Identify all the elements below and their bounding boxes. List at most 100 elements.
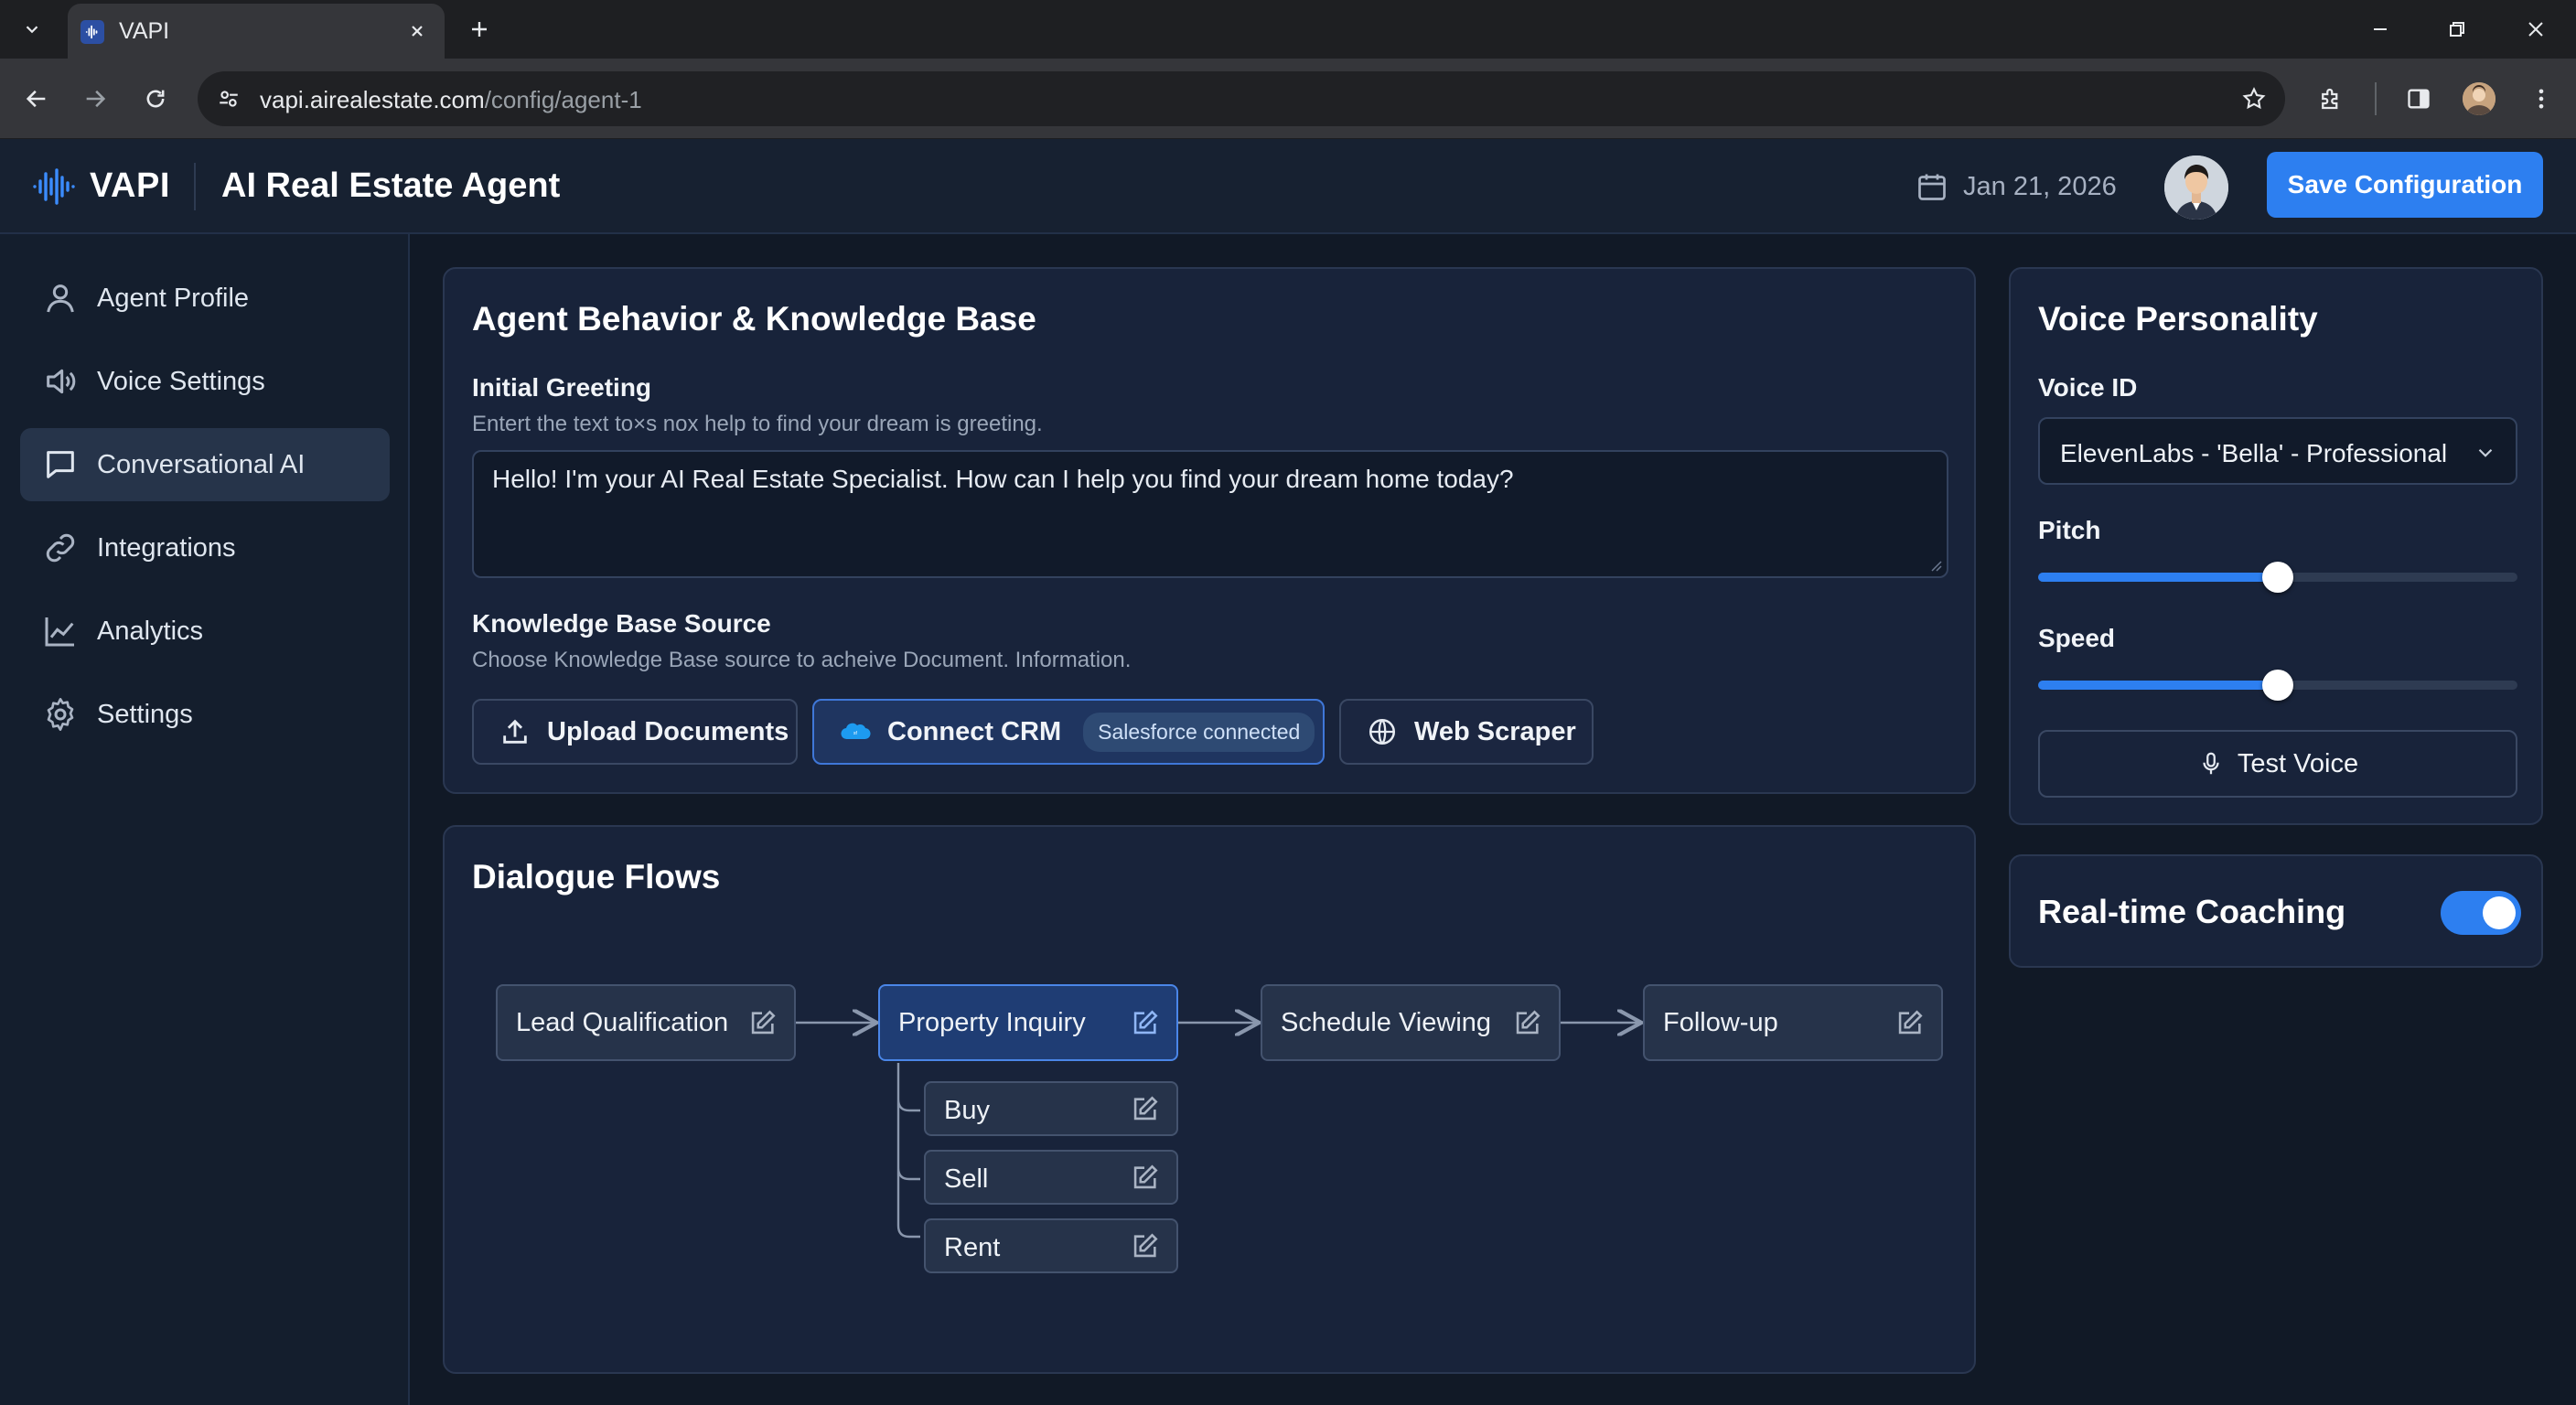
logo-text: VAPI xyxy=(90,166,170,205)
back-button[interactable] xyxy=(16,79,57,119)
save-configuration-button[interactable]: Save Configuration xyxy=(2267,152,2543,218)
extensions-button[interactable] xyxy=(2311,79,2351,119)
kb-label: Knowledge Base Source xyxy=(472,609,771,638)
tab-close-button[interactable] xyxy=(402,16,432,46)
flow-subnode-label: Buy xyxy=(944,1096,990,1125)
user-icon xyxy=(47,284,74,313)
pitch-label: Pitch xyxy=(2038,516,2101,544)
dialogue-flows-card: Dialogue Flows Lead Qualification Proper… xyxy=(443,825,1976,1374)
sidebar-item-label: Voice Settings xyxy=(97,367,265,396)
pitch-slider-thumb[interactable] xyxy=(2262,562,2293,593)
calendar-icon xyxy=(1918,174,1946,200)
chevron-down-icon xyxy=(26,26,38,34)
puzzle-icon xyxy=(2322,88,2338,110)
edit-icon[interactable] xyxy=(746,1008,778,1039)
edit-icon[interactable] xyxy=(1894,1008,1925,1039)
sidebar-item-settings[interactable]: Settings xyxy=(20,678,390,751)
speed-slider-thumb[interactable] xyxy=(2262,670,2293,701)
flow-subnode-rent[interactable]: Rent xyxy=(924,1218,1178,1273)
edit-icon[interactable] xyxy=(1129,1094,1160,1125)
sidebar-item-integrations[interactable]: Integrations xyxy=(20,511,390,585)
sidebar-item-label: Agent Profile xyxy=(97,284,250,313)
flow-node-label: Lead Qualification xyxy=(516,1008,729,1037)
toggle-knob xyxy=(2483,896,2516,929)
flow-subnode-sell[interactable]: Sell xyxy=(924,1150,1178,1205)
edit-icon[interactable] xyxy=(1129,1008,1160,1039)
restore-button[interactable] xyxy=(2437,9,2477,49)
waveform-logo-icon xyxy=(33,168,75,205)
flow-node-lead-qualification[interactable]: Lead Qualification xyxy=(496,984,796,1061)
more-vert-icon xyxy=(2538,89,2544,109)
browser-tab[interactable]: VAPI xyxy=(68,4,445,59)
sidebar-item-analytics[interactable]: Analytics xyxy=(20,595,390,668)
flow-node-property-inquiry[interactable]: Property Inquiry xyxy=(878,984,1178,1061)
address-bar[interactable]: vapi.airealestate.com/config/agent-1 xyxy=(198,71,2285,126)
realtime-coaching-toggle[interactable] xyxy=(2441,891,2521,935)
minimize-icon xyxy=(2374,28,2387,30)
flow-node-label: Schedule Viewing xyxy=(1281,1008,1492,1037)
svg-text:sf: sf xyxy=(853,731,858,736)
flow-node-follow-up[interactable]: Follow-up xyxy=(1643,984,1943,1061)
arrow-left-icon xyxy=(26,90,46,108)
flow-subnode-label: Rent xyxy=(944,1233,1001,1262)
new-tab-button[interactable] xyxy=(461,11,498,48)
person-avatar-icon xyxy=(2463,82,2496,115)
edit-icon[interactable] xyxy=(1129,1231,1160,1262)
window-close-button[interactable] xyxy=(2516,9,2556,49)
speed-slider[interactable] xyxy=(2038,670,2517,701)
sidebar-item-agent-profile[interactable]: Agent Profile xyxy=(20,262,390,335)
side-panel-button[interactable] xyxy=(2399,79,2439,119)
flow-subnode-label: Sell xyxy=(944,1164,989,1194)
user-avatar[interactable] xyxy=(2164,156,2228,220)
greeting-hint: Entert the text to×s nox help to find yo… xyxy=(472,412,1043,436)
app-header: VAPI AI Real Estate Agent Jan 21, 2026 S… xyxy=(0,139,2576,234)
greeting-text: Hello! I'm your AI Real Estate Specialis… xyxy=(492,465,1514,493)
browser-profile-avatar[interactable] xyxy=(2463,82,2496,115)
flow-node-label: Property Inquiry xyxy=(898,1008,1086,1037)
person-avatar-icon xyxy=(2164,156,2228,220)
sidebar-item-conversational-ai[interactable]: Conversational AI xyxy=(20,428,390,501)
crm-status-badge: Salesforce connected xyxy=(1083,712,1315,752)
url-host: vapi.airealestate.com xyxy=(260,86,485,113)
edit-icon[interactable] xyxy=(1511,1008,1542,1039)
site-info-button[interactable] xyxy=(210,80,247,117)
pitch-slider-fill xyxy=(2038,573,2278,582)
browser-menu-button[interactable] xyxy=(2521,79,2561,119)
upload-documents-button[interactable]: Upload Documents xyxy=(472,699,798,765)
forward-button[interactable] xyxy=(75,79,115,119)
close-icon xyxy=(2528,22,2543,37)
speed-slider-fill xyxy=(2038,681,2278,690)
source-label: Upload Documents xyxy=(547,716,789,746)
vapi-favicon-icon xyxy=(80,20,104,44)
flow-node-schedule-viewing[interactable]: Schedule Viewing xyxy=(1261,984,1561,1061)
bookmark-button[interactable] xyxy=(2236,80,2272,117)
tab-search-button[interactable] xyxy=(13,11,51,48)
voice-id-select[interactable]: ElevenLabs - 'Bella' - Professional xyxy=(2038,417,2517,485)
edit-icon[interactable] xyxy=(1129,1163,1160,1194)
branch-connector xyxy=(896,1063,920,1239)
arrow-right-icon xyxy=(86,90,106,108)
web-scraper-button[interactable]: Web Scraper xyxy=(1339,699,1594,765)
agent-behavior-card: Agent Behavior & Knowledge Base Initial … xyxy=(443,267,1976,794)
voice-personality-card: Voice Personality Voice ID ElevenLabs - … xyxy=(2009,267,2543,825)
side-panel-icon xyxy=(2408,89,2430,109)
pitch-slider[interactable] xyxy=(2038,562,2517,593)
reload-icon xyxy=(146,90,165,108)
greeting-textarea[interactable]: Hello! I'm your AI Real Estate Specialis… xyxy=(472,450,1948,578)
voice-id-label: Voice ID xyxy=(2038,373,2138,402)
resize-grip-icon[interactable] xyxy=(1928,558,1943,573)
reload-button[interactable] xyxy=(135,79,176,119)
minimize-button[interactable] xyxy=(2360,9,2400,49)
card-title: Agent Behavior & Knowledge Base xyxy=(472,300,1036,338)
sidebar-item-voice-settings[interactable]: Voice Settings xyxy=(20,345,390,418)
tab-title: VAPI xyxy=(119,18,170,44)
flow-connectors xyxy=(792,827,1978,1239)
sidebar-item-label: Integrations xyxy=(97,533,236,563)
connect-crm-button[interactable]: sf Connect CRM Salesforce connected xyxy=(812,699,1325,765)
sidebar: Agent Profile Voice Settings Conversatio… xyxy=(0,234,410,1405)
test-voice-button[interactable]: Test Voice xyxy=(2038,730,2517,798)
flow-subnode-buy[interactable]: Buy xyxy=(924,1081,1178,1136)
upload-icon xyxy=(503,719,527,744)
speed-label: Speed xyxy=(2038,624,2116,652)
gear-icon xyxy=(47,698,74,731)
